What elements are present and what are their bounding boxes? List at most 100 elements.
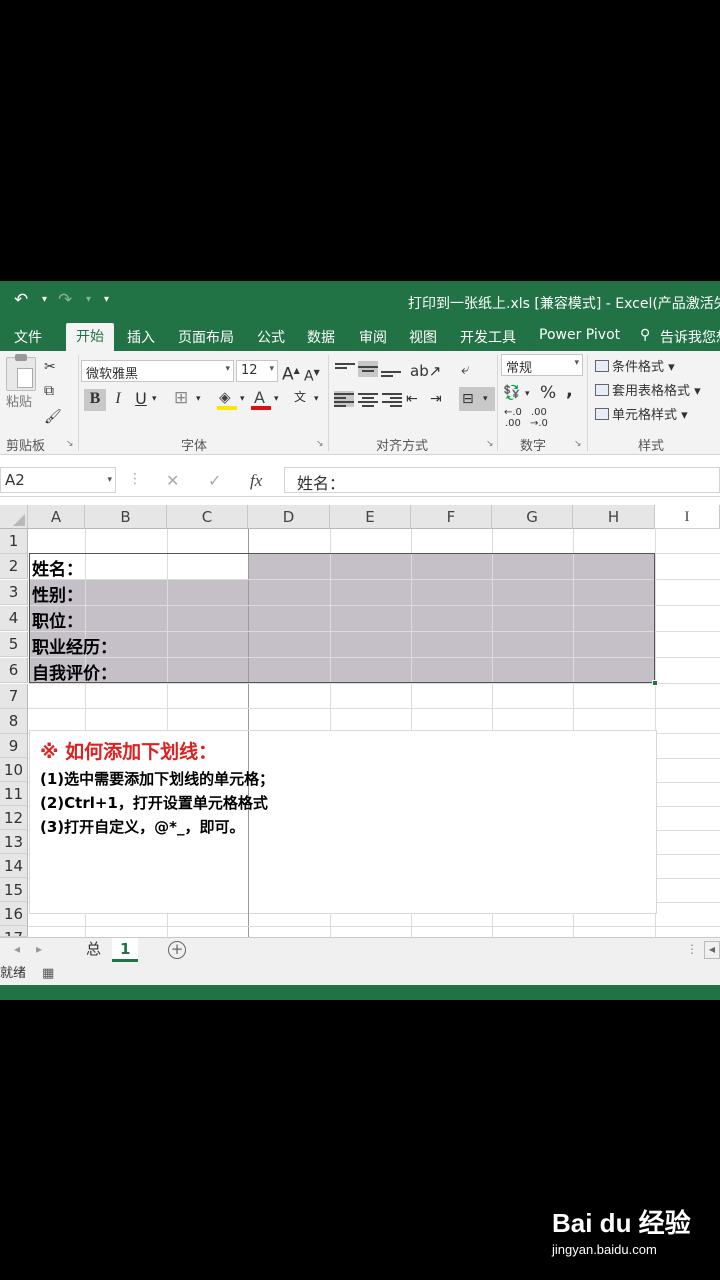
comma-button[interactable]: , — [566, 381, 573, 401]
row-header[interactable]: 10 — [0, 758, 28, 782]
column-header[interactable]: D — [248, 505, 330, 529]
paste-button[interactable]: 粘贴 — [6, 393, 32, 413]
redo-icon[interactable]: ↷ — [58, 290, 72, 310]
alignment-launcher-icon[interactable]: ↘ — [486, 439, 494, 449]
align-left-icon[interactable] — [334, 391, 354, 407]
cell-a5[interactable]: 职业经历： — [32, 633, 117, 658]
column-header[interactable]: F — [411, 505, 492, 529]
font-size-select[interactable]: 12 ▾ — [236, 360, 278, 382]
tab-data[interactable]: 数据 — [307, 327, 335, 347]
select-all-button[interactable] — [0, 505, 28, 529]
format-painter-icon[interactable]: 🖌 — [44, 407, 62, 427]
underline-button[interactable]: U — [132, 389, 150, 409]
tab-tell-me[interactable]: 告诉我您想 — [660, 327, 720, 347]
column-header[interactable]: G — [492, 505, 573, 529]
tab-view[interactable]: 视图 — [409, 327, 437, 347]
align-middle-icon[interactable] — [358, 361, 378, 377]
align-right-icon[interactable] — [382, 391, 402, 407]
currency-dropdown-icon[interactable]: ▾ — [525, 384, 530, 404]
border-dropdown-icon[interactable]: ▾ — [196, 389, 201, 409]
column-header[interactable]: I — [655, 505, 720, 529]
row-header[interactable]: 9 — [0, 734, 28, 758]
percent-button[interactable]: % — [540, 383, 556, 403]
row-header[interactable]: 17 — [0, 926, 28, 937]
merge-center-button[interactable]: ⊟ ▾ — [459, 387, 495, 411]
sheet-tab[interactable]: 总 — [78, 938, 109, 962]
column-header[interactable]: B — [85, 505, 167, 529]
format-as-table-button[interactable]: 套用表格格式 ▾ — [595, 380, 701, 399]
name-box[interactable]: A2 ▾ — [0, 467, 116, 493]
font-name-select[interactable]: 微软雅黑 ▾ — [81, 360, 234, 382]
italic-button[interactable]: I — [110, 389, 126, 409]
next-sheet-icon[interactable]: ▸ — [36, 942, 42, 956]
row-header[interactable]: 6 — [0, 658, 28, 683]
formula-input[interactable]: 姓名： — [284, 467, 720, 493]
number-format-select[interactable]: 常规 ▾ — [501, 354, 583, 376]
column-header[interactable]: H — [573, 505, 655, 529]
add-sheet-icon[interactable]: + — [168, 941, 186, 959]
phonetic-dropdown-icon[interactable]: ▾ — [314, 389, 319, 409]
row-header[interactable]: 3 — [0, 580, 28, 605]
increase-decimal-icon[interactable]: ←.0.00 — [504, 407, 522, 429]
tab-insert[interactable]: 插入 — [127, 327, 155, 347]
tab-formulas[interactable]: 公式 — [257, 327, 285, 347]
wrap-text-icon[interactable]: ⤶ — [461, 359, 469, 379]
decrease-indent-icon[interactable]: ⇤ — [406, 389, 418, 409]
align-top-icon[interactable] — [335, 361, 355, 377]
fill-color-icon[interactable]: ◈ — [216, 388, 238, 411]
row-header[interactable]: 7 — [0, 684, 28, 709]
underline-dropdown-icon[interactable]: ▾ — [152, 389, 157, 409]
font-launcher-icon[interactable]: ↘ — [316, 439, 324, 449]
decrease-decimal-icon[interactable]: .00 →.0 — [530, 407, 548, 429]
tab-file[interactable]: 文件 — [14, 327, 42, 347]
row-header[interactable]: 4 — [0, 606, 28, 631]
conditional-format-button[interactable]: 条件格式 ▾ — [595, 356, 675, 375]
undo-dropdown-icon[interactable]: ▾ — [42, 294, 47, 305]
row-header[interactable]: 16 — [0, 902, 28, 926]
undo-icon[interactable]: ↶ — [14, 290, 28, 310]
font-color-dropdown-icon[interactable]: ▾ — [274, 389, 279, 409]
tab-home[interactable]: 开始 — [66, 323, 114, 351]
cancel-icon[interactable]: ✕ — [166, 471, 179, 490]
row-header[interactable]: 12 — [0, 806, 28, 830]
row-header[interactable]: 1 — [0, 529, 28, 554]
enter-icon[interactable]: ✓ — [208, 471, 221, 490]
redo-dropdown-icon[interactable]: ▾ — [86, 294, 91, 305]
row-header[interactable]: 8 — [0, 709, 28, 734]
currency-icon[interactable]: 💱 — [503, 383, 520, 403]
align-center-icon[interactable] — [358, 391, 378, 407]
column-header[interactable]: E — [330, 505, 411, 529]
row-header[interactable]: 13 — [0, 830, 28, 854]
customize-qat-icon[interactable]: ▾ — [104, 294, 109, 305]
increase-indent-icon[interactable]: ⇥ — [430, 389, 442, 409]
cut-icon[interactable]: ✂ — [44, 357, 56, 377]
more-options-icon[interactable]: ⋮ — [128, 471, 142, 487]
column-header[interactable]: C — [167, 505, 248, 529]
clipboard-launcher-icon[interactable]: ↘ — [66, 439, 74, 449]
cell-a4[interactable]: 职位： — [32, 607, 83, 632]
row-header[interactable]: 2 — [0, 554, 28, 579]
align-bottom-icon[interactable] — [381, 363, 401, 379]
scroll-left-icon[interactable]: ◂ — [704, 941, 720, 959]
row-header[interactable]: 11 — [0, 782, 28, 806]
decrease-font-icon[interactable]: A▼ — [304, 363, 320, 387]
sheet-tab-active[interactable]: 1 — [112, 938, 139, 962]
instruction-textbox[interactable]: ※ 如何添加下划线： (1)选中需要添加下划线的单元格； (2)Ctrl+1，打… — [29, 730, 657, 915]
column-header[interactable]: A — [28, 505, 85, 529]
number-launcher-icon[interactable]: ↘ — [574, 439, 582, 449]
more-options-icon[interactable]: ⋮ — [686, 942, 698, 956]
tab-page-layout[interactable]: 页面布局 — [178, 327, 234, 347]
font-color-icon[interactable]: A — [250, 388, 272, 411]
row-header[interactable]: 14 — [0, 854, 28, 878]
prev-sheet-icon[interactable]: ◂ — [14, 942, 20, 956]
bold-button[interactable]: B — [84, 389, 106, 411]
paste-icon[interactable] — [6, 354, 36, 391]
insert-function-icon[interactable]: fx — [250, 471, 262, 491]
cell-a2[interactable]: 姓名： — [32, 555, 83, 580]
fill-handle[interactable] — [652, 680, 658, 686]
macro-record-icon[interactable]: ▦ — [42, 963, 54, 985]
tab-review[interactable]: 审阅 — [359, 327, 387, 347]
tab-developer[interactable]: 开发工具 — [460, 327, 516, 347]
cell-a6[interactable]: 自我评价： — [32, 659, 117, 684]
selection-range[interactable] — [29, 553, 658, 686]
